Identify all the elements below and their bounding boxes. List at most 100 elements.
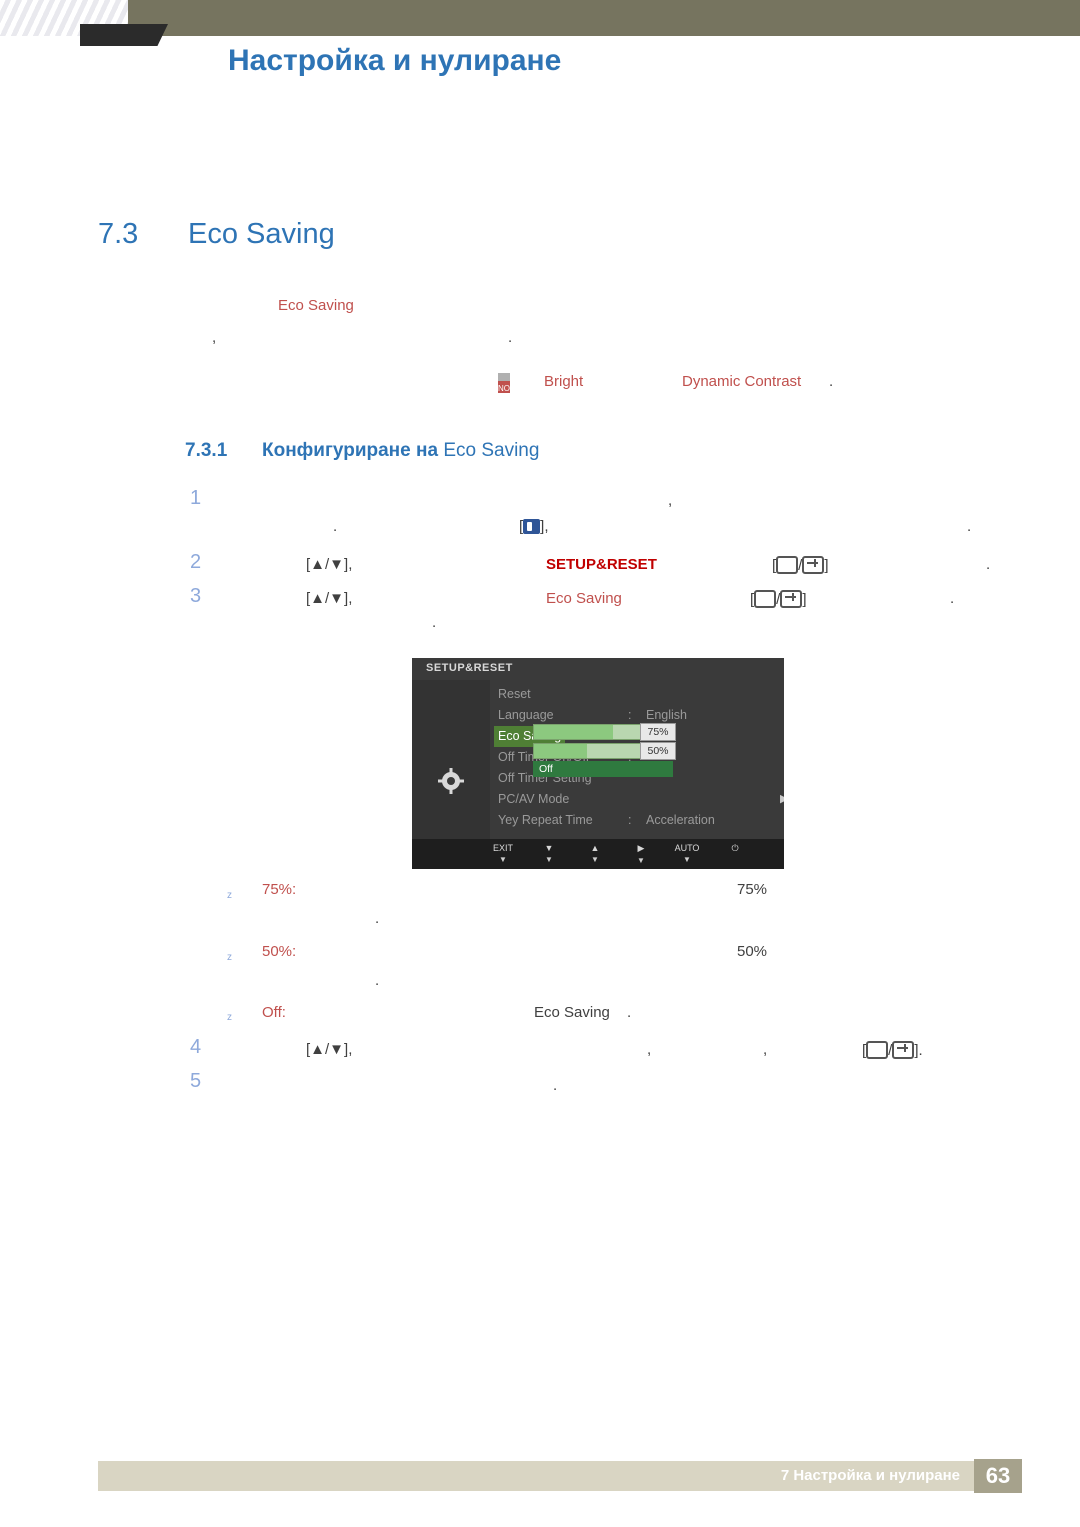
- enter-button-icon: [776, 556, 799, 574]
- step-3-button-hint: [/]: [750, 590, 807, 608]
- bullet-value-off: Eco Saving: [534, 1004, 610, 1021]
- osd-button-glyph: ▼: [683, 855, 691, 864]
- step-number-2: 2: [190, 551, 202, 573]
- osd-button-label: ▼: [544, 843, 554, 853]
- step-5-period: .: [553, 1077, 558, 1094]
- bullet-label-50: 50%:: [262, 943, 297, 960]
- bracket-close-4: ].: [914, 1042, 923, 1059]
- osd-button-glyph: ▼: [545, 855, 553, 864]
- menu-button-icon: [523, 519, 541, 534]
- step-number-5: 5: [190, 1070, 202, 1092]
- osd-button-glyph: ▼: [637, 856, 645, 865]
- svg-text:NO: NO: [498, 384, 510, 393]
- step-2-button-hint: [/]: [772, 556, 829, 574]
- eco-fill-50: [534, 744, 587, 758]
- note-period: .: [829, 373, 834, 390]
- bracket-close-2: ]: [824, 557, 829, 574]
- footer-page-number: 63: [974, 1459, 1022, 1493]
- step-2-keys: [▲/▼],: [306, 556, 353, 573]
- osd-item-key-repeat-time[interactable]: Yey Repeat Time : Acceleration: [498, 810, 784, 831]
- osd-button-right[interactable]: ▶ ▼: [618, 843, 664, 865]
- step-4-comma2: ,: [763, 1041, 768, 1058]
- bracket-close-3: ]: [802, 591, 807, 608]
- page-title: Настройка и нулиране: [228, 44, 562, 77]
- osd-item-value: Acceleration: [646, 813, 715, 827]
- gear-icon: [438, 768, 464, 794]
- step-number-4: 4: [190, 1036, 202, 1058]
- eco-label-off: Off: [533, 761, 673, 777]
- confirm-button-icon: [802, 556, 825, 574]
- osd-button-label: ▲: [590, 843, 600, 853]
- eco-track-50: [533, 743, 641, 759]
- bullet-label-75: 75%:: [262, 881, 297, 898]
- eco-option-75[interactable]: 75%: [533, 723, 676, 741]
- note-icon: NO: [494, 372, 514, 394]
- osd-item-label: Yey Repeat Time: [498, 813, 593, 827]
- intro-comma: ,: [212, 329, 217, 346]
- osd-item-label: Reset: [498, 687, 531, 701]
- note-dynamic-contrast-label: Dynamic Contrast: [682, 373, 802, 390]
- bullet-marker-2: z: [227, 952, 232, 963]
- confirm-button-icon-3: [892, 1041, 915, 1059]
- step-1-button-hint: [],: [519, 518, 549, 535]
- osd-button-bar: EXIT ▼ ▼ ▼ ▲ ▼ ▶ ▼ AUTO ▼ ⏻: [412, 839, 784, 869]
- step-1-tail-period: .: [967, 518, 972, 535]
- bracket-close: ],: [540, 518, 549, 535]
- step-2-target: SETUP&RESET: [546, 556, 657, 573]
- osd-button-up[interactable]: ▲ ▼: [572, 843, 618, 864]
- eco-track-75: [533, 724, 641, 740]
- osd-button-glyph: ▼: [499, 855, 507, 864]
- osd-button-label: AUTO: [674, 843, 700, 853]
- step-3-tail: .: [950, 590, 955, 607]
- chevron-right-icon: ▶: [780, 789, 784, 810]
- section-number: 7.3: [98, 218, 139, 250]
- osd-title: SETUP&RESET: [426, 662, 513, 674]
- osd-button-auto[interactable]: AUTO ▼: [664, 843, 710, 864]
- enter-button-icon-2: [754, 590, 777, 608]
- eco-label-75: 75%: [640, 723, 676, 741]
- osd-button-glyph: ▼: [591, 855, 599, 864]
- osd-button-label: EXIT: [492, 843, 513, 853]
- step-4-comma1: ,: [647, 1041, 652, 1058]
- osd-icon-panel: [412, 680, 490, 840]
- osd-item-pc-av-mode[interactable]: PC/AV Mode ▶: [498, 789, 784, 810]
- footer-text: 7 Настройка и нулиране: [780, 1467, 960, 1484]
- note-bright-label: Bright: [544, 373, 584, 390]
- step-3-keys: [▲/▼],: [306, 590, 353, 607]
- osd-eco-saving-options: 75% 50% Off: [533, 723, 676, 780]
- subsection-title: Конфигуриране на Eco Saving: [262, 440, 539, 462]
- osd-button-power[interactable]: ⏻: [712, 843, 758, 856]
- intro-period: .: [508, 329, 513, 346]
- eco-label-50: 50%: [640, 742, 676, 760]
- step-3-target: Eco Saving: [546, 590, 622, 607]
- osd-button-down[interactable]: ▼ ▼: [526, 843, 572, 864]
- osd-item-reset[interactable]: Reset: [498, 684, 784, 705]
- bullet-marker-1: z: [227, 890, 232, 901]
- step-4-button-hint: [/].: [862, 1041, 923, 1059]
- step-1-period: .: [333, 518, 338, 535]
- bullet-label-off: Off:: [262, 1004, 286, 1021]
- power-icon: ⏻: [731, 843, 739, 853]
- subsection-number: 7.3.1: [185, 440, 228, 461]
- confirm-button-icon-2: [780, 590, 803, 608]
- eco-option-50[interactable]: 50%: [533, 742, 676, 760]
- step-number-3: 3: [190, 585, 202, 607]
- header-tab-marker: [80, 24, 168, 46]
- bullet-period-50: .: [375, 972, 380, 989]
- eco-fill-75: [534, 725, 613, 739]
- bullet-period-75: .: [375, 910, 380, 927]
- eco-option-off[interactable]: Off: [533, 761, 673, 778]
- bullet-marker-3: z: [227, 1012, 232, 1023]
- osd-button-exit[interactable]: EXIT ▼: [480, 843, 526, 864]
- enter-button-icon-3: [866, 1041, 889, 1059]
- subsection-title-bold: Конфигуриране на: [262, 440, 444, 461]
- step-2-tail: .: [986, 556, 991, 573]
- bullet-value-50: 50%: [737, 943, 768, 960]
- osd-item-label: PC/AV Mode: [498, 792, 570, 806]
- osd-item-colon: :: [628, 813, 632, 827]
- intro-eco-label: Eco Saving: [278, 297, 354, 314]
- subsection-title-regular: Eco Saving: [443, 440, 540, 461]
- section-title: Eco Saving: [188, 218, 335, 250]
- step-3-sub-period: .: [432, 614, 437, 631]
- bullet-value-75: 75%: [737, 881, 768, 898]
